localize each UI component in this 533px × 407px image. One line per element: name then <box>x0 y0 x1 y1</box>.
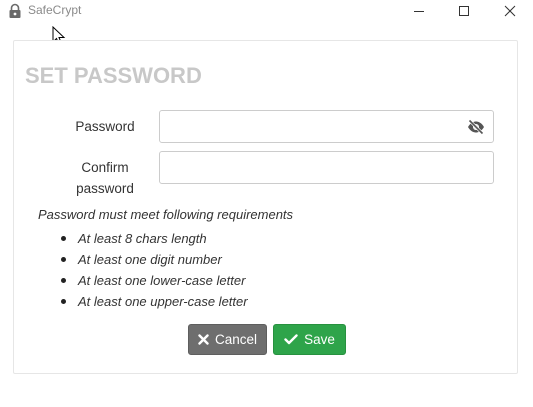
set-password-panel: SET PASSWORD Password Confirm password P… <box>13 40 518 374</box>
save-label: Save <box>304 332 335 347</box>
requirement-text: At least 8 chars length <box>78 231 207 246</box>
window-title: SafeCrypt <box>28 3 82 17</box>
requirements-list: At least 8 chars length At least one dig… <box>60 228 248 312</box>
list-item: At least 8 chars length <box>60 228 248 249</box>
page-title: SET PASSWORD <box>25 63 202 88</box>
title-bar: SafeCrypt <box>0 0 533 22</box>
list-item: At least one upper-case letter <box>60 291 248 312</box>
check-icon <box>284 334 298 345</box>
lock-icon <box>9 3 21 18</box>
password-input[interactable] <box>159 110 494 143</box>
maximize-icon <box>459 6 469 16</box>
requirement-text: At least one lower-case letter <box>78 273 246 288</box>
requirement-text: At least one upper-case letter <box>78 294 248 309</box>
close-button[interactable] <box>487 0 533 22</box>
list-item: At least one digit number <box>60 249 248 270</box>
requirement-text: At least one digit number <box>78 252 222 267</box>
cancel-label: Cancel <box>214 332 258 347</box>
bullet-icon <box>61 278 66 283</box>
confirm-password-input[interactable] <box>159 151 494 184</box>
bullet-icon <box>61 257 66 262</box>
eye-slash-icon[interactable] <box>467 119 485 135</box>
times-icon <box>198 334 209 345</box>
bullet-icon <box>61 299 66 304</box>
requirements-title: Password must meet following requirement… <box>38 207 294 222</box>
save-button[interactable]: Save <box>273 324 346 355</box>
password-label: Password <box>75 119 135 134</box>
bullet-icon <box>61 236 66 241</box>
close-icon <box>504 5 516 17</box>
minimize-icon <box>414 11 424 12</box>
maximize-button[interactable] <box>441 0 487 22</box>
list-item: At least one lower-case letter <box>60 270 248 291</box>
confirm-password-label: Confirm password <box>76 160 134 196</box>
cancel-button[interactable]: Cancel <box>188 324 267 355</box>
minimize-button[interactable] <box>396 0 442 22</box>
